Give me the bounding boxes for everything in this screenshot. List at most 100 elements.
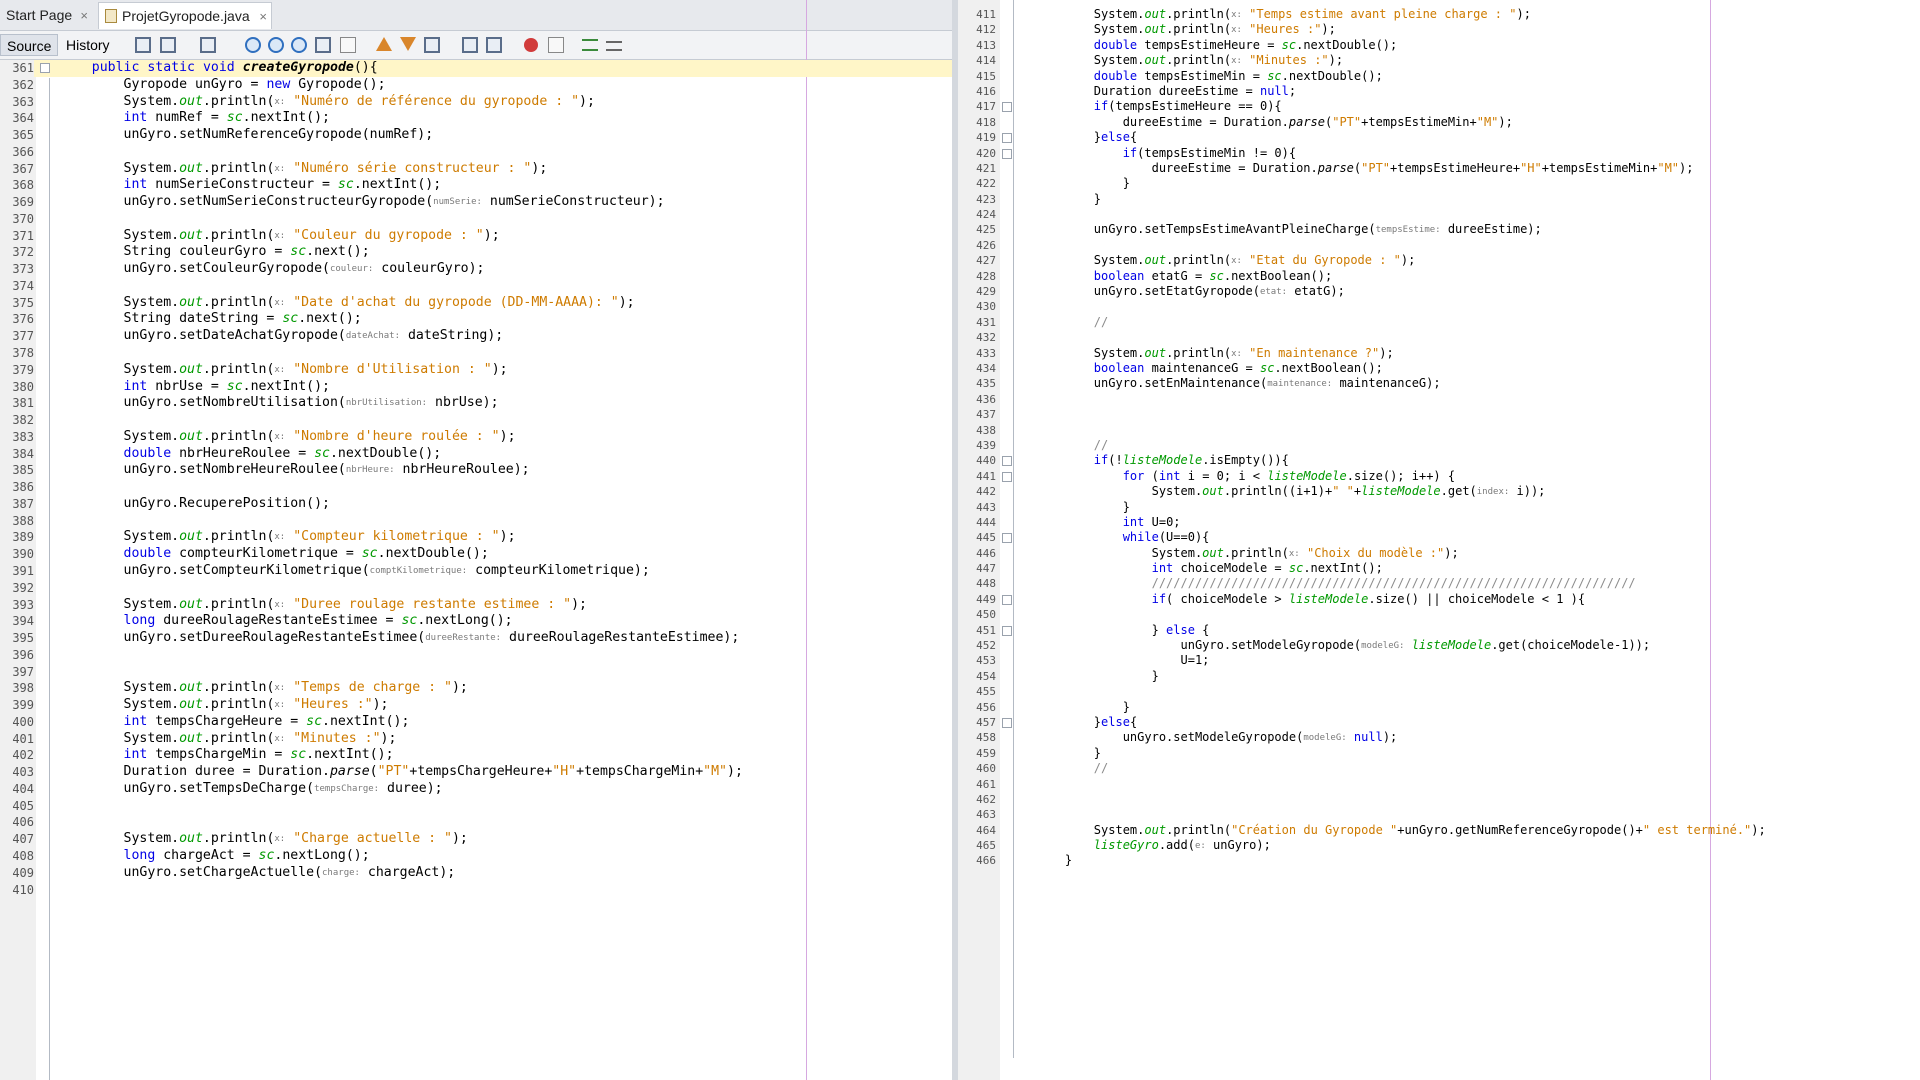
close-icon[interactable]: × — [80, 2, 88, 29]
code-line[interactable]: 426 — [958, 237, 1920, 254]
code-line[interactable]: 415 double tempsEstimeMin = sc.nextDoubl… — [958, 68, 1920, 84]
code-line[interactable]: 451 } else { — [958, 622, 1920, 639]
code-line[interactable]: 431 // — [958, 314, 1920, 331]
code-line[interactable]: 429 unGyro.setEtatGyropode(etat: etatG); — [958, 284, 1920, 300]
code-line[interactable]: 410 — [0, 881, 958, 899]
code-line[interactable]: 414 System.out.println(x: "Minutes :"); — [958, 53, 1920, 69]
code-line[interactable]: 381 unGyro.setNombreUtilisation(nbrUtili… — [0, 395, 958, 413]
code-line[interactable]: 384 double nbrHeureRoulee = sc.nextDoubl… — [0, 445, 958, 463]
fold-toggle-icon[interactable] — [1002, 594, 1012, 605]
code-line[interactable]: 403 Duration duree = Duration.parse("PT"… — [0, 764, 958, 781]
back-icon[interactable] — [160, 37, 176, 53]
find-previous-icon[interactable] — [268, 37, 284, 53]
code-line[interactable]: 364 int numRef = sc.nextInt(); — [0, 110, 958, 128]
code-line[interactable]: 398 System.out.println(x: "Temps de char… — [0, 680, 958, 698]
code-line[interactable]: 370 — [0, 210, 958, 228]
fold-toggle-icon[interactable] — [1002, 102, 1012, 113]
code-line[interactable]: 465 listeGyro.add(e: unGyro); — [958, 838, 1920, 854]
fold-toggle-icon[interactable] — [1002, 625, 1012, 636]
code-line[interactable]: 394 long dureeRoulageRestanteEstimee = s… — [0, 613, 958, 631]
code-line[interactable]: 440 if(!listeModele.isEmpty()){ — [958, 453, 1920, 469]
search-icon[interactable] — [245, 37, 261, 53]
code-line[interactable]: 425 unGyro.setTempsEstimeAvantPleineChar… — [958, 222, 1920, 238]
code-line[interactable]: 408 long chargeAct = sc.nextLong(); — [0, 847, 958, 865]
uncomment-icon[interactable] — [606, 41, 622, 51]
code-line[interactable]: 386 — [0, 479, 958, 496]
fold-toggle-icon[interactable] — [1002, 148, 1012, 159]
code-line[interactable]: 450 — [958, 607, 1920, 623]
code-line[interactable]: 416 Duration dureeEstime = null; — [958, 83, 1920, 100]
code-line[interactable]: 368 int numSerieConstructeur = sc.nextIn… — [0, 177, 958, 195]
code-line[interactable]: 434 boolean maintenanceG = sc.nextBoolea… — [958, 360, 1920, 377]
fold-toggle-icon[interactable] — [40, 63, 50, 73]
code-line[interactable]: 441 for (int i = 0; i < listeModele.size… — [958, 468, 1920, 485]
code-line[interactable]: 407 System.out.println(x: "Charge actuel… — [0, 831, 958, 848]
previous-bookmark-icon[interactable] — [376, 37, 392, 51]
code-line[interactable]: 401 System.out.println(x: "Minutes :"); — [0, 730, 958, 748]
code-line[interactable]: 443 } — [958, 499, 1920, 515]
code-line[interactable]: 438 — [958, 422, 1920, 438]
code-line[interactable]: 428 boolean etatG = sc.nextBoolean(); — [958, 268, 1920, 285]
code-line[interactable]: 378 — [0, 345, 958, 362]
code-line[interactable]: 455 — [958, 684, 1920, 700]
code-line[interactable]: 389 System.out.println(x: "Compteur kilo… — [0, 529, 958, 547]
code-line[interactable]: 456 } — [958, 699, 1920, 715]
code-line[interactable]: 377 unGyro.setDateAchatGyropode(dateAcha… — [0, 328, 958, 346]
code-line[interactable]: 400 int tempsChargeHeure = sc.nextInt(); — [0, 713, 958, 731]
fold-toggle-icon[interactable] — [1002, 133, 1012, 144]
code-line[interactable]: 369 unGyro.setNumSerieConstructeurGyropo… — [0, 194, 958, 211]
code-line[interactable]: 419 }else{ — [958, 130, 1920, 146]
code-line[interactable]: 446 System.out.println(x: "Choix du modè… — [958, 545, 1920, 562]
code-line[interactable]: 423 } — [958, 191, 1920, 208]
next-bookmark-icon[interactable] — [400, 37, 416, 51]
code-line[interactable]: 405 — [0, 797, 958, 815]
start-macro-icon[interactable] — [524, 38, 538, 52]
code-line[interactable]: 453 U=1; — [958, 653, 1920, 669]
source-button[interactable]: Source — [0, 34, 59, 56]
code-line[interactable]: 448 ////////////////////////////////////… — [958, 576, 1920, 592]
code-area-right[interactable]: 411 System.out.println(x: "Temps estime … — [958, 7, 1920, 869]
code-line[interactable]: 363 System.out.println(x: "Numéro de réf… — [0, 93, 958, 111]
code-line[interactable]: 466 } — [958, 853, 1920, 869]
code-line[interactable]: 436 — [958, 391, 1920, 408]
code-line[interactable]: 418 dureeEstime = Duration.parse("PT"+te… — [958, 114, 1920, 131]
code-line[interactable]: 375 System.out.println(x: "Date d'achat … — [0, 294, 958, 312]
code-line[interactable]: 460 // — [958, 761, 1920, 777]
code-line[interactable]: 454 } — [958, 668, 1920, 685]
code-line[interactable]: 376 String dateString = sc.next(); — [0, 311, 958, 329]
code-line[interactable]: 365 unGyro.setNumReferenceGyropode(numRe… — [0, 127, 958, 144]
code-line[interactable]: 417 if(tempsEstimeHeure == 0){ — [958, 99, 1920, 115]
code-line[interactable]: 427 System.out.println(x: "Etat du Gyrop… — [958, 253, 1920, 269]
code-line[interactable]: 457 }else{ — [958, 714, 1920, 731]
code-line[interactable]: 382 — [0, 412, 958, 429]
code-line[interactable]: 380 int nbrUse = sc.nextInt(); — [0, 378, 958, 396]
code-line[interactable]: 433 System.out.println(x: "En maintenanc… — [958, 345, 1920, 361]
code-line[interactable]: 424 — [958, 207, 1920, 223]
last-edit-icon[interactable] — [135, 37, 151, 53]
code-line[interactable]: 444 int U=0; — [958, 514, 1920, 531]
code-line[interactable]: 361 public static void createGyropode(){ — [0, 60, 958, 77]
code-line[interactable]: 406 — [0, 814, 958, 832]
code-line[interactable]: 391 unGyro.setCompteurKilometrique(compt… — [0, 562, 958, 580]
stop-macro-icon[interactable] — [548, 37, 564, 53]
fold-toggle-icon[interactable] — [1002, 717, 1012, 728]
code-line[interactable]: 412 System.out.println(x: "Heures :"); — [958, 22, 1920, 38]
code-line[interactable]: 367 System.out.println(x: "Numéro série … — [0, 160, 958, 178]
code-line[interactable]: 397 — [0, 663, 958, 681]
code-line[interactable]: 404 unGyro.setTempsDeCharge(tempsCharge:… — [0, 780, 958, 798]
code-line[interactable]: 422 } — [958, 176, 1920, 192]
code-line[interactable]: 449 if( choiceModele > listeModele.size(… — [958, 591, 1920, 608]
shift-left-icon[interactable] — [462, 37, 478, 53]
code-line[interactable]: 435 unGyro.setEnMaintenance(maintenance:… — [958, 376, 1920, 392]
code-line[interactable]: 399 System.out.println(x: "Heures :"); — [0, 697, 958, 714]
history-button[interactable]: History — [60, 34, 116, 56]
code-line[interactable]: 458 unGyro.setModeleGyropode(modeleG: nu… — [958, 730, 1920, 746]
code-line[interactable]: 462 — [958, 791, 1920, 808]
code-line[interactable]: 392 — [0, 579, 958, 597]
code-line[interactable]: 447 int choiceModele = sc.nextInt(); — [958, 561, 1920, 577]
code-area-left[interactable]: 361 public static void createGyropode(){… — [0, 60, 958, 899]
code-line[interactable]: 372 String couleurGyro = sc.next(); — [0, 244, 958, 262]
find-next-icon[interactable] — [291, 37, 307, 53]
forward-icon[interactable] — [200, 37, 216, 53]
code-line[interactable]: 463 — [958, 807, 1920, 823]
